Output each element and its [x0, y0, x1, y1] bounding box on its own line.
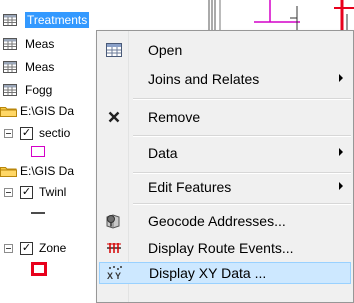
menu-separator — [133, 135, 351, 137]
menu-item-geocode-addresses[interactable]: Geocode Addresses... — [99, 210, 351, 232]
table-icon — [3, 14, 17, 26]
toc-item-treatments[interactable]: Treatments — [3, 10, 90, 30]
toc-layer-zone[interactable]: ✓ Zone — [4, 238, 66, 258]
toc-folder-2[interactable]: E:\GIS Da — [0, 161, 74, 181]
menu-item-label: Display Route Events... — [148, 240, 294, 256]
geocode-icon — [99, 213, 129, 229]
svg-text:Y: Y — [115, 271, 121, 281]
folder-icon — [0, 165, 17, 177]
legend-symbol-zone — [31, 259, 47, 279]
table-icon — [99, 43, 129, 57]
collapse-icon[interactable] — [4, 243, 13, 253]
route-events-icon — [99, 241, 129, 255]
legend-symbol-section — [31, 141, 45, 161]
menu-item-data[interactable]: Data — [99, 142, 351, 164]
submenu-arrow-icon — [339, 182, 343, 190]
menu-item-label: Remove — [148, 109, 201, 125]
menu-item-label: Geocode Addresses... — [148, 213, 286, 229]
toc-item-meas-1[interactable]: Meas — [3, 34, 54, 54]
toc-layer-label[interactable]: Zone — [39, 241, 66, 255]
toc-layer-label[interactable]: sectio — [39, 126, 70, 140]
collapse-icon[interactable] — [4, 128, 13, 138]
layer-visibility-checkbox[interactable]: ✓ — [20, 126, 33, 140]
svg-text:X: X — [107, 271, 113, 281]
collapse-icon[interactable] — [4, 187, 13, 197]
toc-folder-1[interactable]: E:\GIS Da — [0, 101, 74, 121]
xy-data-icon: XY — [100, 265, 130, 281]
menu-item-remove[interactable]: Remove — [99, 106, 351, 128]
menu-item-display-xy-data[interactable]: XY Display XY Data ... — [99, 262, 351, 284]
remove-icon — [99, 111, 129, 123]
menu-item-edit-features[interactable]: Edit Features — [99, 176, 351, 198]
toc-layer-label[interactable]: Twinl — [39, 185, 66, 199]
menu-separator — [133, 98, 351, 100]
map-features — [208, 0, 354, 30]
legend-symbol-twinl — [31, 203, 45, 223]
menu-item-label: Display XY Data ... — [149, 265, 267, 281]
layer-visibility-checkbox[interactable]: ✓ — [20, 185, 33, 199]
toc-item-label[interactable]: Meas — [25, 37, 54, 51]
line-symbol-icon — [31, 212, 45, 214]
folder-icon — [0, 105, 17, 117]
toc-layer-section[interactable]: ✓ sectio — [4, 123, 70, 143]
menu-item-label: Joins and Relates — [148, 71, 260, 87]
toc-layer-twinl[interactable]: ✓ Twinl — [4, 182, 66, 202]
table-icon — [3, 38, 17, 50]
submenu-arrow-icon — [339, 74, 343, 82]
menu-separator — [133, 203, 351, 205]
table-icon — [3, 61, 17, 73]
table-icon — [3, 84, 17, 96]
toc-item-label[interactable]: Fogg — [25, 83, 52, 97]
menu-item-joins-and-relates[interactable]: Joins and Relates — [99, 68, 351, 90]
menu-item-display-route-events[interactable]: Display Route Events... — [99, 237, 351, 259]
menu-item-open[interactable]: Open — [99, 39, 351, 61]
toc-item-label[interactable]: Meas — [25, 60, 54, 74]
menu-separator — [133, 172, 351, 174]
menu-item-label: Data — [148, 145, 178, 161]
toc-folder-label[interactable]: E:\GIS Da — [20, 104, 74, 118]
polygon-symbol-icon — [31, 145, 45, 157]
submenu-arrow-icon — [339, 148, 343, 156]
map-canvas[interactable] — [150, 0, 354, 30]
polygon-symbol-icon — [31, 262, 47, 276]
toc-folder-label[interactable]: E:\GIS Da — [20, 164, 74, 178]
layer-visibility-checkbox[interactable]: ✓ — [20, 241, 33, 255]
menu-item-label: Open — [148, 42, 183, 58]
toc-item-meas-2[interactable]: Meas — [3, 57, 54, 77]
context-menu: Open Joins and Relates Remove Data Edit … — [96, 30, 354, 303]
toc-item-fogg[interactable]: Fogg — [3, 80, 52, 100]
menu-item-label: Edit Features — [148, 179, 232, 195]
toc-item-label[interactable]: Treatments — [25, 12, 90, 28]
